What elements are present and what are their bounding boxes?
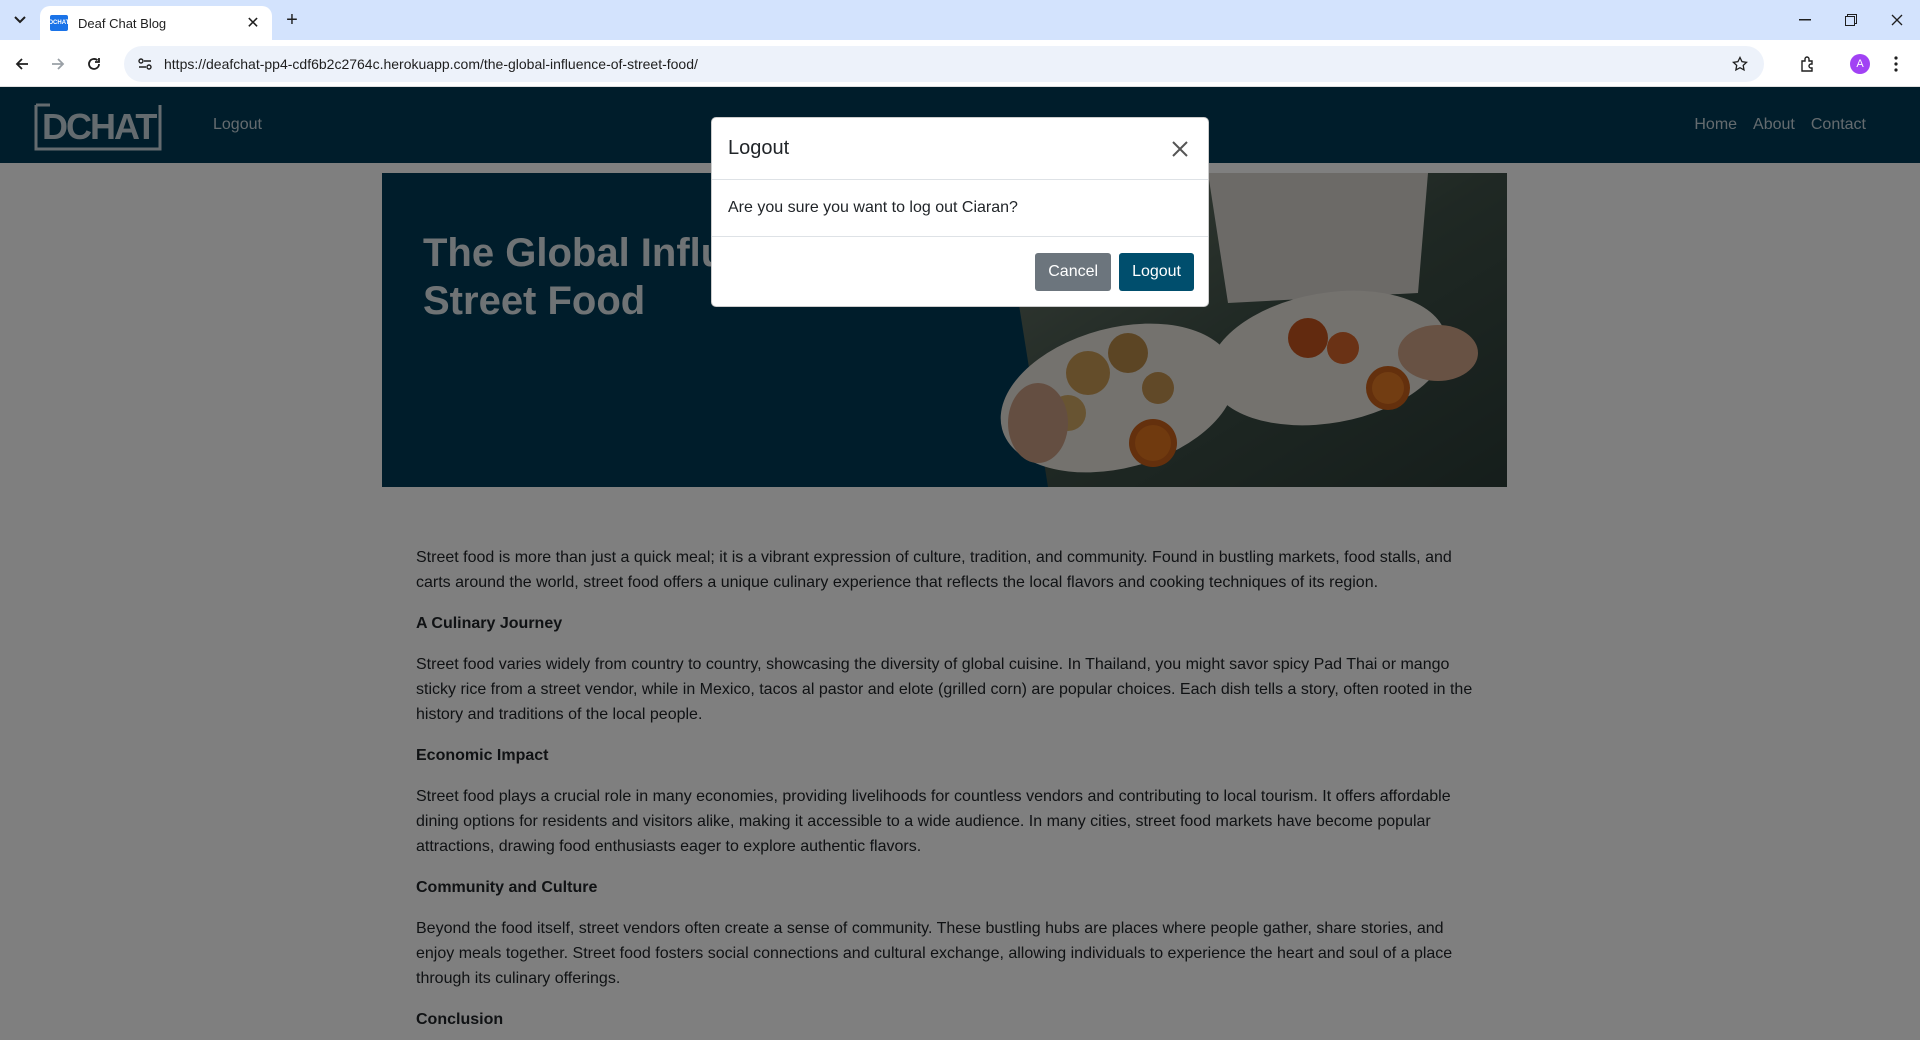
more-menu-icon[interactable] bbox=[1882, 50, 1910, 78]
site-info-icon[interactable] bbox=[134, 53, 156, 75]
cancel-button[interactable]: Cancel bbox=[1035, 253, 1112, 291]
tab-title: Deaf Chat Blog bbox=[78, 15, 167, 31]
back-icon[interactable] bbox=[8, 50, 36, 78]
modal-header: Logout bbox=[712, 118, 1208, 180]
tab-close-icon[interactable]: ✕ bbox=[244, 14, 262, 32]
logout-modal: Logout Are you sure you want to log out … bbox=[711, 117, 1209, 307]
browser-tab[interactable]: DCHAT Deaf Chat Blog ✕ bbox=[40, 6, 272, 40]
browser-toolbar: https://deafchat-pp4-cdf6b2c2764c.heroku… bbox=[0, 40, 1920, 87]
profile-avatar[interactable]: A bbox=[1846, 50, 1874, 78]
bookmark-star-icon[interactable] bbox=[1730, 54, 1750, 74]
modal-title: Logout bbox=[728, 137, 790, 159]
extensions-icon[interactable] bbox=[1794, 50, 1822, 78]
url-text: https://deafchat-pp4-cdf6b2c2764c.heroku… bbox=[164, 56, 698, 72]
reload-icon[interactable] bbox=[80, 50, 108, 78]
window-close-icon[interactable] bbox=[1874, 0, 1920, 40]
web-page: DCHAT Logout Home About Contact The Glob… bbox=[0, 87, 1920, 1040]
restore-icon[interactable] bbox=[1828, 0, 1874, 40]
logout-button[interactable]: Logout bbox=[1119, 253, 1194, 291]
close-icon[interactable] bbox=[1168, 137, 1192, 161]
browser-tabstrip: DCHAT Deaf Chat Blog ✕ + bbox=[0, 0, 1920, 40]
modal-footer: Cancel Logout bbox=[712, 237, 1208, 307]
favicon-icon: DCHAT bbox=[49, 15, 69, 31]
forward-icon[interactable] bbox=[44, 50, 72, 78]
modal-message: Are you sure you want to log out Ciaran? bbox=[728, 199, 1018, 216]
new-tab-icon[interactable]: + bbox=[280, 8, 304, 32]
address-bar[interactable]: https://deafchat-pp4-cdf6b2c2764c.heroku… bbox=[124, 46, 1764, 82]
modal-body: Are you sure you want to log out Ciaran? bbox=[712, 180, 1208, 237]
tab-search-icon[interactable] bbox=[8, 8, 32, 32]
minimize-icon[interactable] bbox=[1782, 0, 1828, 40]
